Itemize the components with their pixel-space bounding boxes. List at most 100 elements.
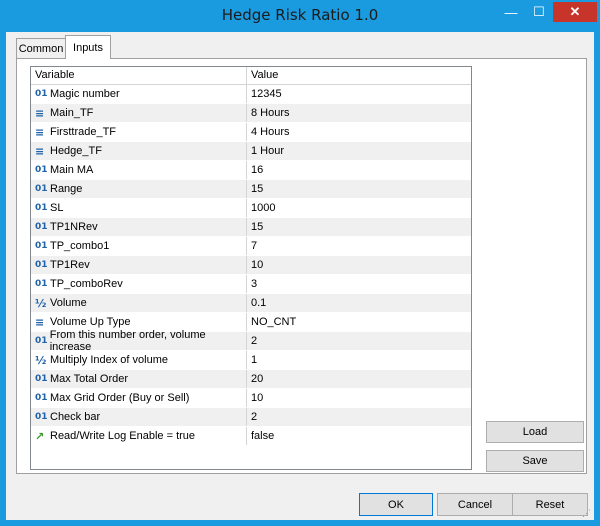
table-row[interactable]: ½ Volume 0.1 bbox=[31, 294, 471, 313]
value-cell[interactable]: 20 bbox=[247, 370, 263, 388]
integer-type-icon: 01 bbox=[35, 393, 48, 403]
table-row[interactable]: 01 Check bar 2 bbox=[31, 408, 471, 427]
column-header-variable[interactable]: Variable bbox=[31, 67, 247, 84]
dialog-client: Common Inputs Variable Value 01 Magic num… bbox=[6, 32, 594, 520]
variable-name: TP_comboRev bbox=[50, 278, 123, 290]
dialog-window: Hedge Risk Ratio 1.0 — ☐ ✕ Common Inputs… bbox=[0, 0, 600, 526]
value-cell[interactable]: 15 bbox=[247, 180, 263, 198]
table-row[interactable]: 01 Main MA 16 bbox=[31, 161, 471, 180]
variable-cell: ½ Multiply Index of volume bbox=[31, 351, 247, 369]
variable-name: Hedge_TF bbox=[50, 145, 102, 157]
minimize-icon[interactable]: — bbox=[497, 2, 525, 22]
enum-type-icon: ≡ bbox=[35, 144, 45, 158]
reset-button[interactable]: Reset bbox=[512, 493, 588, 516]
save-button[interactable]: Save bbox=[486, 450, 584, 472]
enum-type-icon: ≡ bbox=[35, 125, 45, 139]
variable-cell: 01 Check bar bbox=[31, 408, 247, 426]
value-cell[interactable]: 1 Hour bbox=[247, 142, 284, 160]
table-row[interactable]: ≡ Main_TF 8 Hours bbox=[31, 104, 471, 123]
value-cell[interactable]: 2 bbox=[247, 408, 257, 426]
variable-cell: 01 Max Total Order bbox=[31, 370, 247, 388]
variable-name: Volume bbox=[50, 297, 87, 309]
value-cell[interactable]: NO_CNT bbox=[247, 313, 296, 331]
variable-name: TP1NRev bbox=[50, 221, 98, 233]
inputs-grid[interactable]: Variable Value 01 Magic number 12345 ≡ Main_… bbox=[30, 66, 472, 470]
variable-cell: 01 Main MA bbox=[31, 161, 247, 179]
value-cell[interactable]: 10 bbox=[247, 256, 263, 274]
table-row[interactable]: ≡ Firsttrade_TF 4 Hours bbox=[31, 123, 471, 142]
variable-name: TP_combo1 bbox=[50, 240, 110, 252]
table-row[interactable]: 01 TP_comboRev 3 bbox=[31, 275, 471, 294]
column-header-value[interactable]: Value bbox=[247, 67, 278, 84]
ok-button[interactable]: OK bbox=[359, 493, 433, 516]
table-row[interactable]: 01 SL 1000 bbox=[31, 199, 471, 218]
table-row[interactable]: ↗ Read/Write Log Enable = true false bbox=[31, 427, 471, 446]
variable-name: Range bbox=[50, 183, 83, 195]
value-cell[interactable]: 2 bbox=[247, 332, 257, 350]
variable-name: Max Grid Order (Buy or Sell) bbox=[50, 392, 190, 404]
tab-inputs[interactable]: Inputs bbox=[65, 35, 111, 59]
integer-type-icon: 01 bbox=[35, 203, 48, 213]
integer-type-icon: 01 bbox=[35, 412, 48, 422]
load-button[interactable]: Load bbox=[486, 421, 584, 443]
table-row[interactable]: 01 TP1Rev 10 bbox=[31, 256, 471, 275]
variable-name: Multiply Index of volume bbox=[50, 354, 168, 366]
variable-cell: 01 Range bbox=[31, 180, 247, 198]
variable-cell: 01 Max Grid Order (Buy or Sell) bbox=[31, 389, 247, 407]
variable-name: Main MA bbox=[50, 164, 94, 176]
table-row[interactable]: 01 Range 15 bbox=[31, 180, 471, 199]
close-icon[interactable]: ✕ bbox=[553, 2, 597, 22]
variable-name: Magic number bbox=[50, 88, 120, 100]
double-type-icon: ½ bbox=[35, 296, 47, 310]
table-row[interactable]: 01 Max Total Order 20 bbox=[31, 370, 471, 389]
value-cell[interactable]: 8 Hours bbox=[247, 104, 290, 122]
title-bar[interactable]: Hedge Risk Ratio 1.0 — ☐ ✕ bbox=[0, 0, 600, 32]
double-type-icon: ½ bbox=[35, 353, 47, 367]
integer-type-icon: 01 bbox=[35, 184, 48, 194]
maximize-icon[interactable]: ☐ bbox=[525, 2, 553, 22]
value-cell[interactable]: 3 bbox=[247, 275, 257, 293]
variable-name: Main_TF bbox=[50, 107, 94, 119]
value-cell[interactable]: false bbox=[247, 427, 274, 445]
integer-type-icon: 01 bbox=[35, 241, 48, 251]
integer-type-icon: 01 bbox=[35, 279, 48, 289]
grid-header: Variable Value bbox=[31, 67, 471, 85]
value-cell[interactable]: 1 bbox=[247, 351, 257, 369]
value-cell[interactable]: 7 bbox=[247, 237, 257, 255]
variable-cell: ↗ Read/Write Log Enable = true bbox=[31, 427, 247, 445]
cancel-button[interactable]: Cancel bbox=[437, 493, 513, 516]
table-row[interactable]: 01 Max Grid Order (Buy or Sell) 10 bbox=[31, 389, 471, 408]
resize-grip-icon[interactable]: ⋰ bbox=[582, 508, 592, 518]
tab-common[interactable]: Common bbox=[16, 38, 66, 59]
integer-type-icon: 01 bbox=[35, 222, 48, 232]
table-row[interactable]: 01 From this number order, volume increas… bbox=[31, 329, 471, 353]
variable-cell: 01 TP1NRev bbox=[31, 218, 247, 236]
variable-name: SL bbox=[50, 202, 64, 214]
variable-name: Check bar bbox=[50, 411, 101, 423]
integer-type-icon: 01 bbox=[35, 336, 48, 346]
value-cell[interactable]: 10 bbox=[247, 389, 263, 407]
value-cell[interactable]: 12345 bbox=[247, 85, 282, 103]
table-row[interactable]: 01 TP_combo1 7 bbox=[31, 237, 471, 256]
value-cell[interactable]: 1000 bbox=[247, 199, 275, 217]
variable-cell: ½ Volume bbox=[31, 294, 247, 312]
variable-cell: 01 Magic number bbox=[31, 85, 247, 103]
table-row[interactable]: ½ Multiply Index of volume 1 bbox=[31, 351, 471, 370]
bool-type-icon: ↗ bbox=[35, 429, 45, 443]
inputs-panel: Variable Value 01 Magic number 12345 ≡ Main_… bbox=[16, 58, 587, 474]
variable-cell: ≡ Main_TF bbox=[31, 104, 247, 122]
value-cell[interactable]: 16 bbox=[247, 161, 263, 179]
variable-cell: 01 SL bbox=[31, 199, 247, 217]
table-row[interactable]: 01 TP1NRev 15 bbox=[31, 218, 471, 237]
variable-cell: ≡ Firsttrade_TF bbox=[31, 123, 247, 141]
variable-name: Read/Write Log Enable = true bbox=[50, 430, 196, 442]
value-cell[interactable]: 15 bbox=[247, 218, 263, 236]
value-cell[interactable]: 4 Hours bbox=[247, 123, 290, 141]
integer-type-icon: 01 bbox=[35, 260, 48, 270]
table-row[interactable]: 01 Magic number 12345 bbox=[31, 85, 471, 104]
variable-name: TP1Rev bbox=[50, 259, 90, 271]
table-row[interactable]: ≡ Hedge_TF 1 Hour bbox=[31, 142, 471, 161]
variable-cell: 01 TP_comboRev bbox=[31, 275, 247, 293]
value-cell[interactable]: 0.1 bbox=[247, 294, 266, 312]
variable-cell: 01 From this number order, volume increas… bbox=[31, 329, 247, 353]
